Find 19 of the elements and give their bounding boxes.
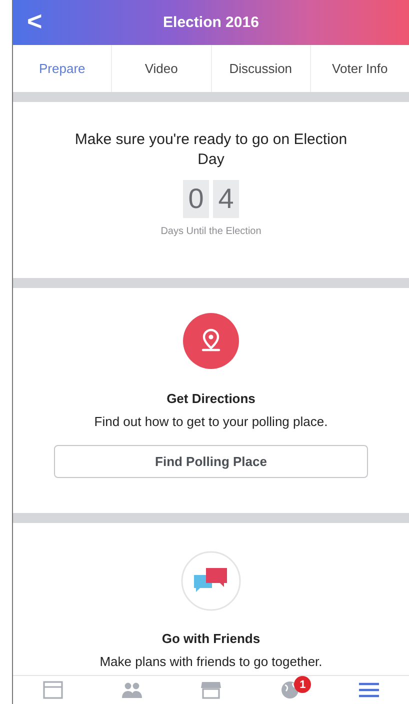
back-button[interactable]: < — [21, 6, 48, 37]
location-pin-icon — [183, 313, 239, 369]
section-title: Go with Friends — [162, 631, 260, 646]
newspaper-icon — [42, 681, 63, 699]
countdown-caption: Days Until the Election — [160, 226, 262, 237]
menu-icon — [358, 681, 380, 699]
countdown-heading: Make sure you're ready to go on Election Day — [74, 130, 348, 170]
section-description: Make plans with friends to go together. — [100, 654, 322, 669]
countdown-digit: 0 — [183, 180, 209, 218]
section-description: Find out how to get to your polling place. — [94, 414, 328, 429]
nav-button[interactable]: 1 — [250, 676, 330, 704]
section-title: Get Directions — [166, 391, 256, 406]
page-title: Election 2016 — [163, 14, 259, 31]
countdown-digit: 4 — [213, 180, 239, 218]
store-icon — [200, 681, 222, 699]
chat-bubbles-icon — [181, 551, 241, 611]
notification-badge: 1 — [294, 676, 312, 693]
people-icon — [120, 681, 143, 699]
find-polling-place-button[interactable]: Find Polling Place — [54, 445, 368, 478]
